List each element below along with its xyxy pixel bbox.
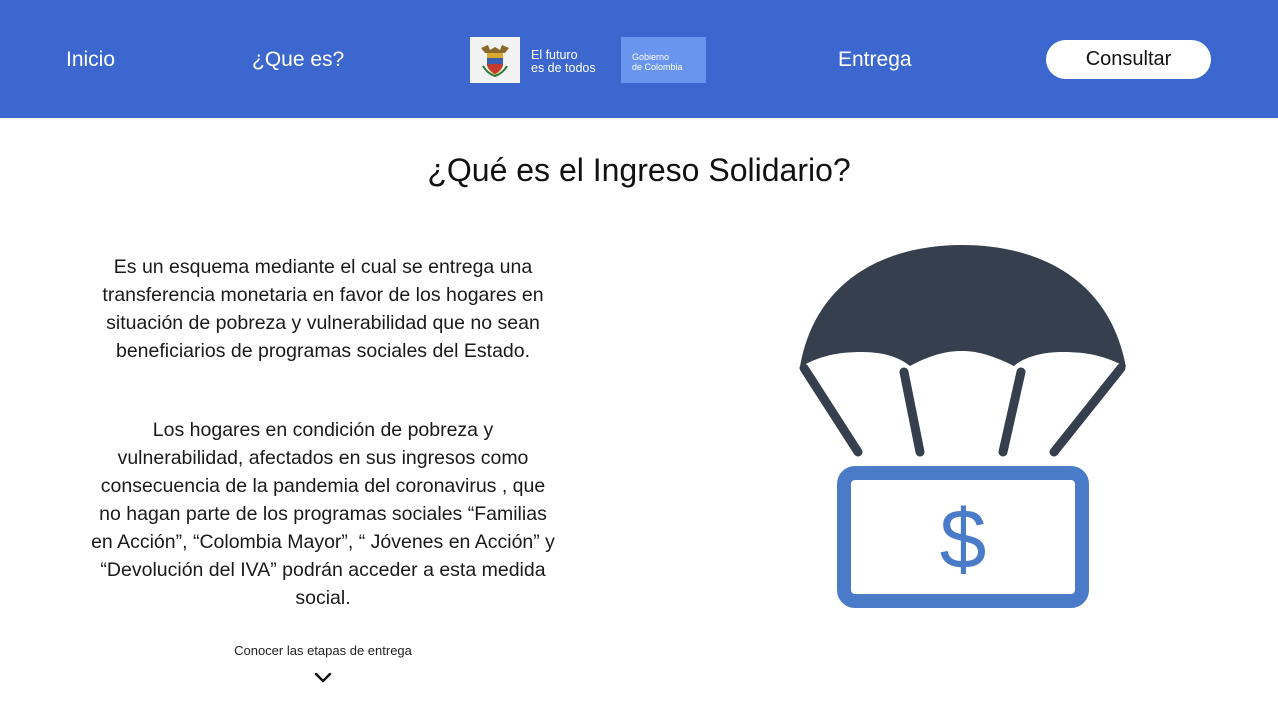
government-logo[interactable]: El futuro es de todos Gobierno de Colomb… xyxy=(470,37,706,83)
parachute-money-icon: $ xyxy=(799,245,1126,608)
page-title: ¿Qué es el Ingreso Solidario? xyxy=(427,152,851,188)
coat-of-arms-icon xyxy=(470,37,520,83)
description-paragraph-1: Es un esquema mediante el cual se entreg… xyxy=(102,256,544,362)
logo-gov-line1: Gobierno xyxy=(632,52,670,62)
consultar-button[interactable]: Consultar xyxy=(1046,40,1211,79)
logo-gov-line2: de Colombia xyxy=(632,62,683,72)
logo-government-badge: Gobierno de Colombia xyxy=(621,37,706,83)
nav-link-que-es[interactable]: ¿Que es? xyxy=(252,44,344,76)
logo-tagline-line2: es de todos xyxy=(531,61,596,75)
nav-link-entrega[interactable]: Entrega xyxy=(838,44,912,76)
description-paragraph-2: Los hogares en condición de pobreza y vu… xyxy=(91,419,555,609)
nav-link-inicio[interactable]: Inicio xyxy=(66,44,115,76)
dollar-sign: $ xyxy=(940,492,987,586)
navbar: Inicio ¿Que es? El futuro es de todos Go… xyxy=(0,0,1278,118)
logo-tagline: El futuro es de todos xyxy=(520,37,616,83)
chevron-down-icon[interactable] xyxy=(313,670,333,684)
stages-link[interactable]: Conocer las etapas de entrega xyxy=(0,643,646,658)
